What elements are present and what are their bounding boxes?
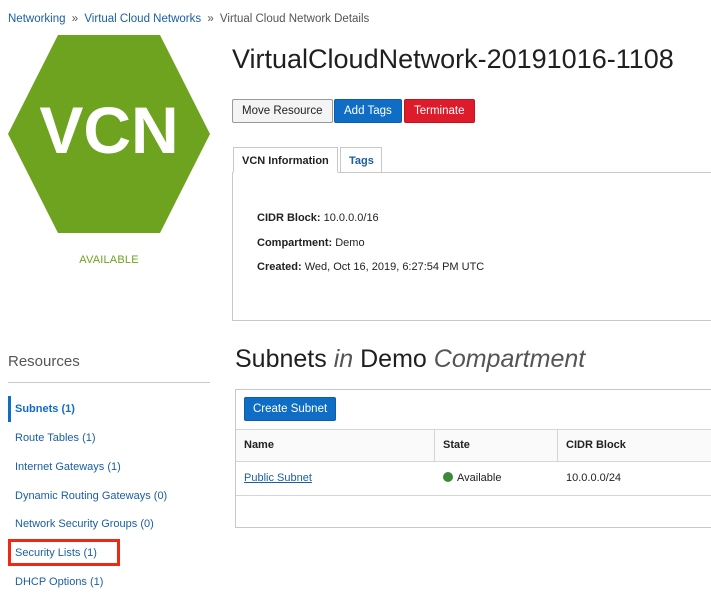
resources-title: Resources: [8, 353, 80, 370]
vcn-badge-text: VCN: [39, 93, 178, 167]
created-value: Wed, Oct 16, 2019, 6:27:54 PM UTC: [304, 261, 485, 273]
sidebar-item-subnets[interactable]: Subnets (1): [15, 403, 75, 415]
compartment-row: Compartment: Demo: [257, 237, 365, 249]
tab-vcn-information[interactable]: VCN Information: [233, 147, 338, 173]
subnets-heading-compartment: Compartment: [433, 345, 586, 373]
column-divider: [434, 430, 435, 461]
column-header-state[interactable]: State: [443, 439, 470, 451]
subnets-heading-compartment-name: Demo: [360, 345, 427, 373]
breadcrumb-networking[interactable]: Networking: [8, 13, 66, 25]
vcn-hexagon-icon: VCN: [8, 35, 210, 233]
move-resource-button[interactable]: Move Resource: [232, 99, 333, 123]
compartment-value: Demo: [335, 237, 365, 249]
breadcrumb-separator: »: [207, 13, 214, 25]
cidr-block-row: CIDR Block: 10.0.0.0/16: [257, 212, 379, 224]
compartment-label: Compartment:: [257, 237, 333, 249]
subnet-name-link[interactable]: Public Subnet: [244, 472, 312, 484]
breadcrumb-current: Virtual Cloud Network Details: [219, 13, 370, 25]
sidebar-item-network-security-groups[interactable]: Network Security Groups (0): [15, 518, 154, 530]
subnets-heading-subnets: Subnets: [235, 345, 327, 373]
page-title: VirtualCloudNetwork-20191016-1108: [232, 44, 674, 74]
status-dot-icon: [443, 472, 453, 482]
column-header-name[interactable]: Name: [244, 439, 274, 451]
tab-tags[interactable]: Tags: [340, 147, 382, 173]
breadcrumb-separator: »: [71, 13, 79, 25]
column-header-cidr-block[interactable]: CIDR Block: [566, 439, 626, 451]
sidebar-item-internet-gateways[interactable]: Internet Gateways (1): [15, 461, 121, 473]
sidebar-item-dynamic-routing-gateways[interactable]: Dynamic Routing Gateways (0): [15, 490, 167, 502]
created-label: Created:: [257, 261, 302, 273]
sidebar-item-security-lists[interactable]: Security Lists (1): [15, 547, 97, 559]
created-row: Created: Wed, Oct 16, 2019, 6:27:54 PM U…: [257, 261, 484, 273]
sidebar-item-dhcp-options[interactable]: DHCP Options (1): [15, 576, 103, 588]
sidebar-item-route-tables[interactable]: Route Tables (1): [15, 432, 96, 444]
breadcrumb-virtual-cloud-networks[interactable]: Virtual Cloud Networks: [84, 13, 201, 25]
subnet-cidr: 10.0.0.0/24: [566, 472, 622, 484]
subnet-state-text: Available: [457, 472, 502, 484]
add-tags-button[interactable]: Add Tags: [334, 99, 402, 123]
create-subnet-button[interactable]: Create Subnet: [244, 397, 337, 421]
resources-divider: [8, 382, 210, 383]
cidr-block-value: 10.0.0.0/16: [323, 212, 379, 224]
vcn-status: AVAILABLE: [79, 254, 139, 266]
table-header: [236, 429, 711, 462]
cidr-block-label: CIDR Block:: [257, 212, 321, 224]
subnets-heading: Subnets in Demo Compartment: [235, 345, 585, 374]
subnet-state: Available: [443, 472, 501, 484]
terminate-button[interactable]: Terminate: [404, 99, 475, 123]
breadcrumb: Networking » Virtual Cloud Networks » Vi…: [8, 13, 369, 25]
subnets-heading-in: in: [333, 345, 354, 373]
column-divider: [557, 430, 558, 461]
active-resource-indicator: [8, 396, 11, 422]
